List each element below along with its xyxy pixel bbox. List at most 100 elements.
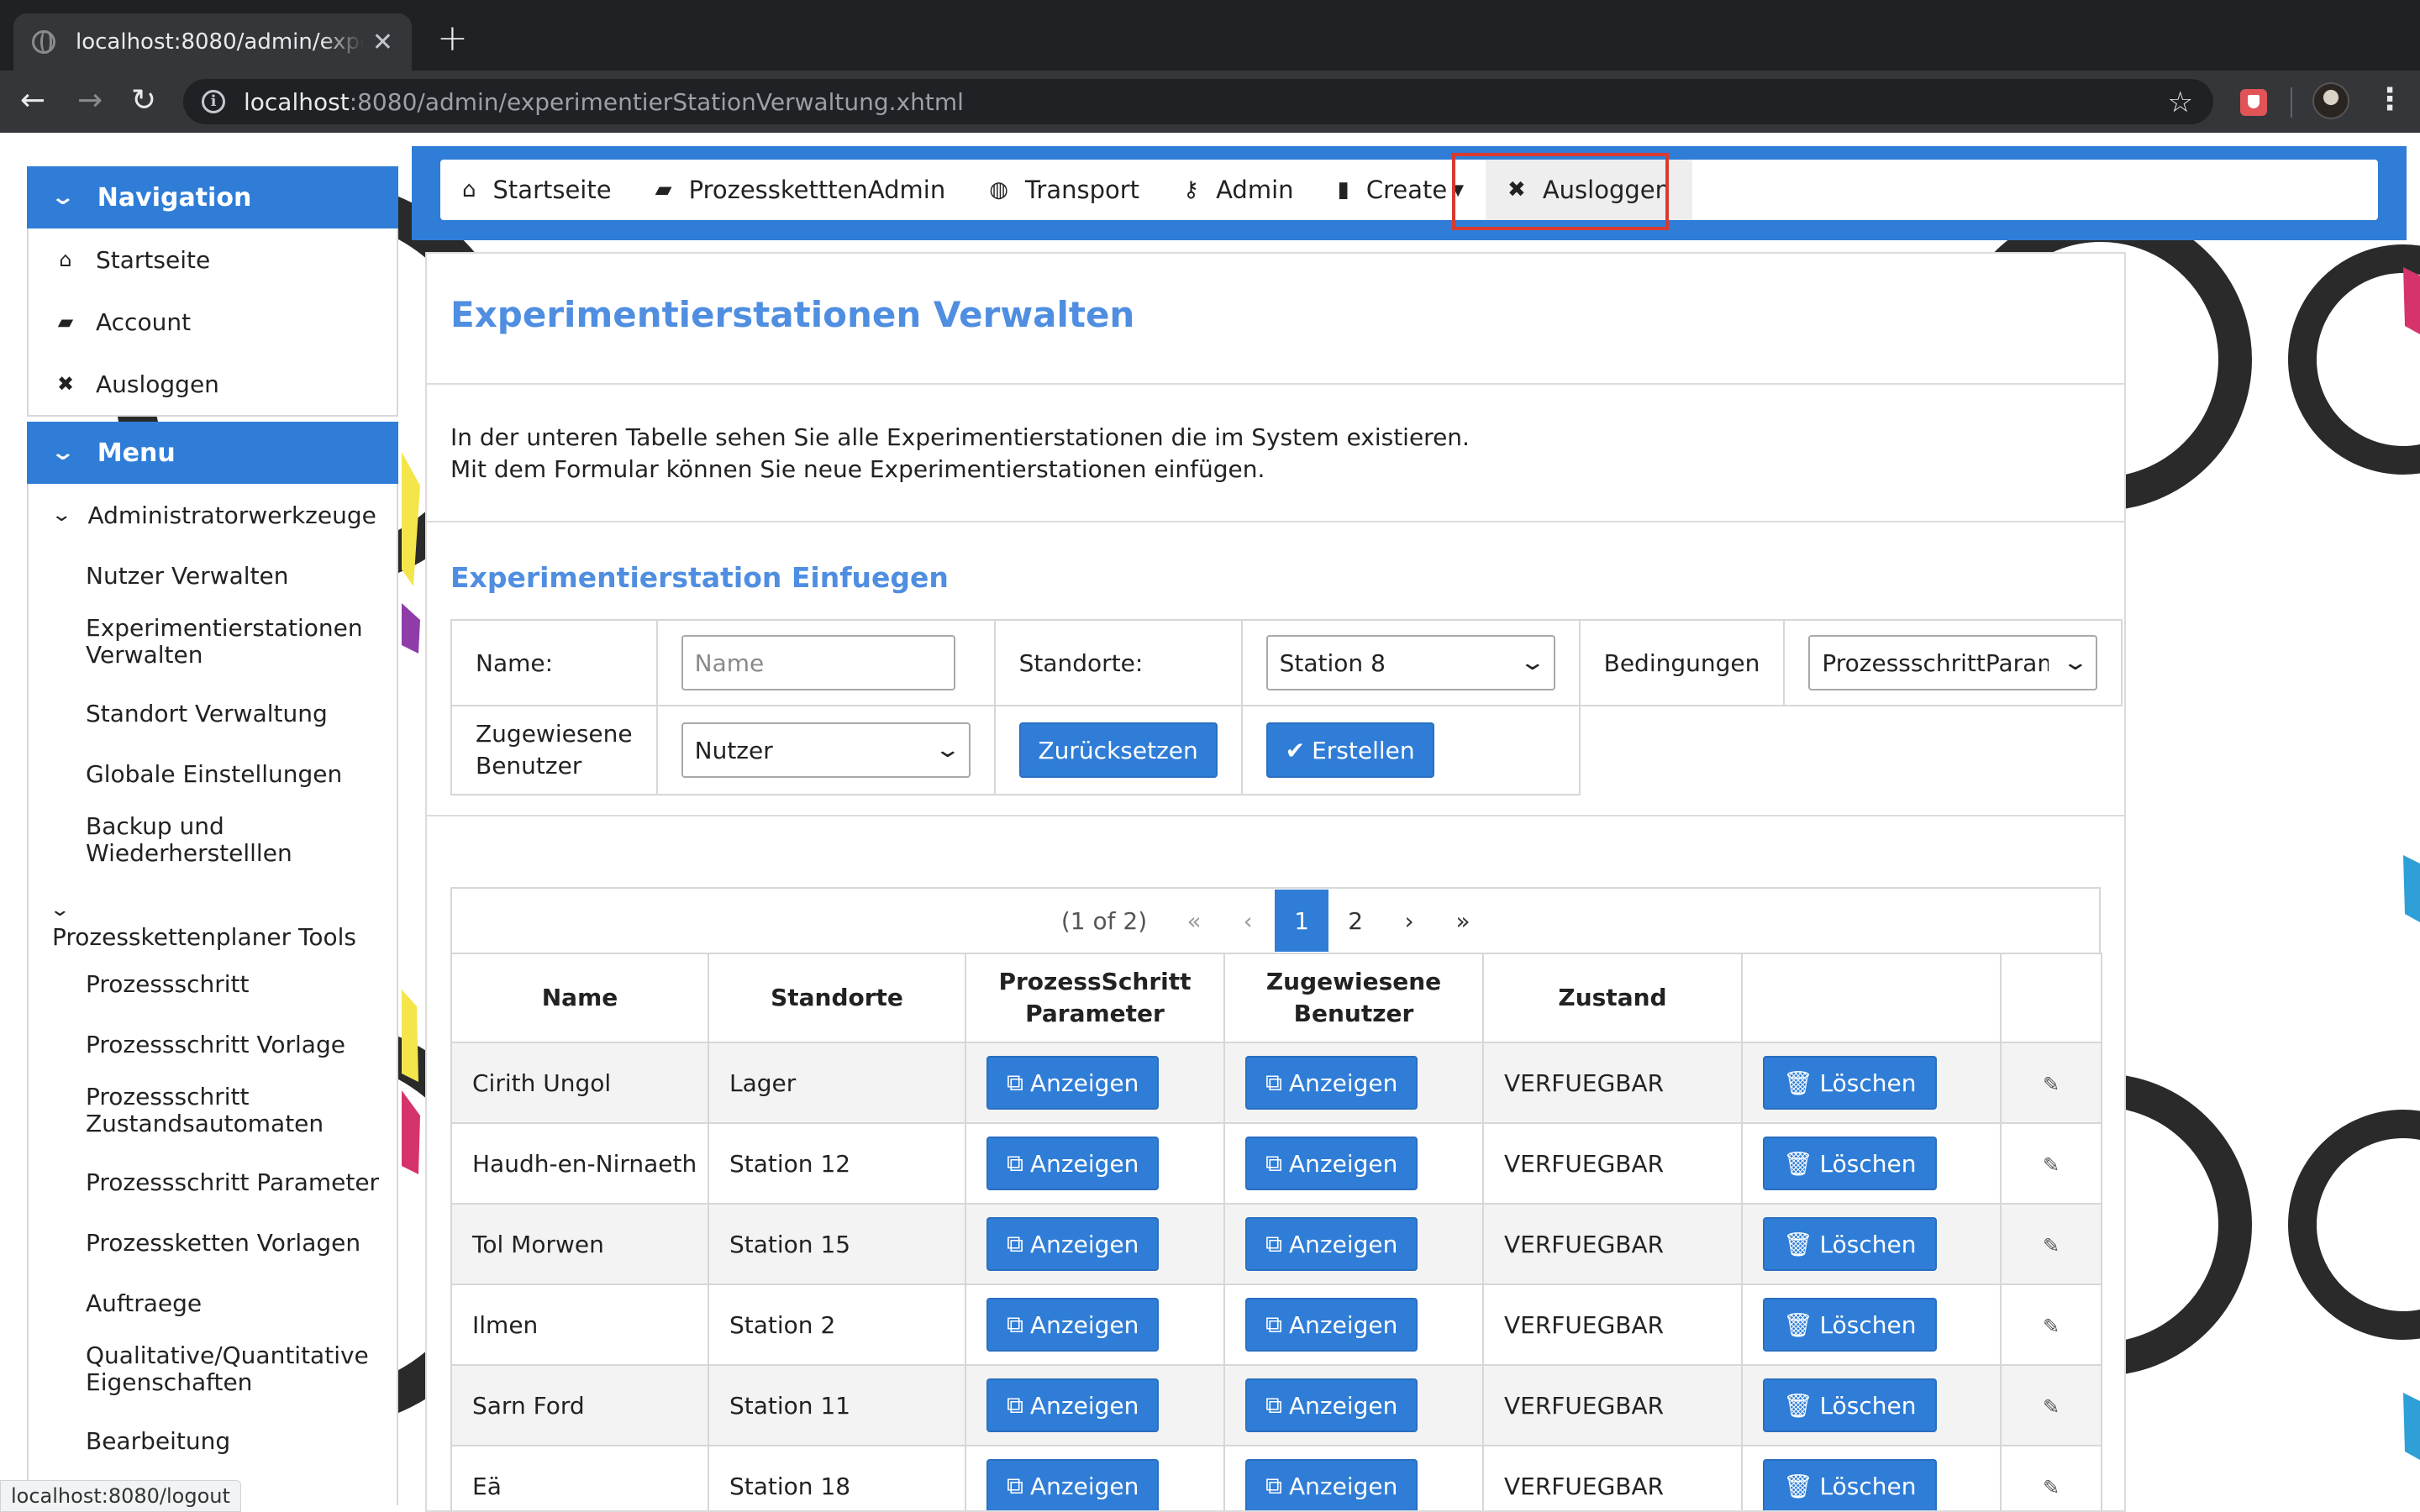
show-parameter-button[interactable]: ⧉ Anzeigen — [986, 1137, 1160, 1190]
delete-button[interactable]: 🗑 Löschen — [1763, 1056, 1937, 1110]
topnav-ausloggen[interactable]: ✖ Ausloggen — [1486, 160, 1693, 220]
show-parameter-button[interactable]: ⧉ Anzeigen — [986, 1298, 1160, 1352]
name-input[interactable]: Name — [681, 635, 955, 690]
col-header-standorte[interactable]: Standorte — [708, 953, 966, 1043]
menu-item-prozessschritt[interactable]: Prozessschritt — [29, 954, 397, 1015]
show-users-button[interactable]: ⧉ Anzeigen — [1245, 1378, 1418, 1432]
show-parameter-button[interactable]: ⧉ Anzeigen — [986, 1056, 1160, 1110]
pencil-icon[interactable]: ✎ — [2043, 1315, 2060, 1338]
page-viewport: ⌂ Startseite ▰ ProzessketttenAdmin ◍ Tra… — [0, 133, 2420, 1512]
home-icon: ⌂ — [462, 177, 476, 202]
topnav-prozessketten-admin[interactable]: ▰ ProzessketttenAdmin — [634, 160, 968, 220]
menu-item-experimentierstationen-verwalten[interactable]: Experimentierstationen Verwalten — [29, 606, 397, 684]
menu-item-backup[interactable]: Backup und Wiederherstelllen — [29, 805, 331, 882]
menu-item-prozessschritt-parameter[interactable]: Prozessschritt Parameter — [29, 1152, 397, 1213]
col-header-edit — [2000, 953, 2102, 1043]
page-2-button[interactable]: 2 — [1328, 890, 1382, 952]
show-users-button[interactable]: ⧉ Anzeigen — [1245, 1056, 1418, 1110]
info-icon[interactable]: i — [202, 90, 225, 113]
forward-icon[interactable]: → — [77, 82, 103, 119]
delete-button[interactable]: 🗑 Löschen — [1763, 1459, 1937, 1510]
profile-avatar[interactable] — [2312, 82, 2349, 119]
close-tab-icon[interactable]: ✕ — [372, 28, 393, 57]
sidebar-item-ausloggen[interactable]: ✖ Ausloggen — [29, 353, 397, 415]
menu-item-auftraege[interactable]: Auftraege — [29, 1273, 397, 1334]
menu-item-standort-verwaltung[interactable]: Standort Verwaltung — [29, 684, 397, 744]
delete-button[interactable]: 🗑 Löschen — [1763, 1378, 1937, 1432]
briefcase-icon: ▰ — [57, 310, 74, 333]
show-parameter-button[interactable]: ⧉ Anzeigen — [986, 1459, 1160, 1510]
topnav-admin[interactable]: ⚷ Admin — [1161, 160, 1315, 220]
delete-button[interactable]: 🗑 Löschen — [1763, 1137, 1937, 1190]
menu-panel-header[interactable]: ⌄ Menu — [27, 422, 398, 484]
show-parameter-button[interactable]: ⧉ Anzeigen — [986, 1378, 1160, 1432]
menu-group-administratorwerkzeuge[interactable]: ⌄ Administratorwerkzeuge — [29, 484, 397, 546]
topnav-startseite[interactable]: ⌂ Startseite — [440, 160, 634, 220]
browser-tab[interactable]: localhost:8080/admin/experimentierStatio… — [13, 13, 412, 71]
prev-page-icon[interactable]: ‹ — [1221, 890, 1275, 952]
bookmark-star-icon[interactable]: ☆ — [2168, 86, 2193, 119]
top-menubar: ⌂ Startseite ▰ ProzessketttenAdmin ◍ Tra… — [440, 160, 2378, 220]
show-users-button[interactable]: ⧉ Anzeigen — [1245, 1137, 1418, 1190]
sidebar-item-startseite[interactable]: ⌂ Startseite — [29, 228, 397, 291]
more-menu-icon[interactable]: ⋮ — [2375, 82, 2405, 117]
create-form: Name: Name Standorte: Station 8 ⌄ Beding… — [450, 619, 2123, 795]
reload-icon[interactable]: ↻ — [131, 82, 156, 119]
key-icon: ⚷ — [1183, 177, 1200, 202]
cell-zustand: VERFUEGBAR — [1482, 1203, 1743, 1285]
delete-button[interactable]: 🗑 Löschen — [1763, 1217, 1937, 1271]
cell-parameter: ⧉ Anzeigen — [965, 1042, 1225, 1124]
top-menubar-container: ⌂ Startseite ▰ ProzessketttenAdmin ◍ Tra… — [412, 146, 2407, 240]
navigation-panel-header[interactable]: ⌄ Navigation — [27, 166, 398, 228]
cell-parameter: ⧉ Anzeigen — [965, 1284, 1225, 1366]
show-parameter-button[interactable]: ⧉ Anzeigen — [986, 1217, 1160, 1271]
intro-line-2: Mit dem Formular können Sie neue Experim… — [450, 455, 1265, 483]
page-1-button[interactable]: 1 — [1275, 890, 1329, 952]
menu-item-nutzer-verwalten[interactable]: Nutzer Verwalten — [29, 546, 397, 606]
col-header-zustand[interactable]: Zustand — [1482, 953, 1743, 1043]
menu-item-globale-einstellungen[interactable]: Globale Einstellungen — [29, 744, 397, 805]
col-header-benutzer[interactable]: Zugewiesene Benutzer — [1223, 953, 1484, 1043]
menu-item-eigenschaften[interactable]: Qualitative/Quantitative Eigenschaften — [29, 1334, 397, 1411]
menu-item-prozessschritt-vorlage[interactable]: Prozessschritt Vorlage — [29, 1015, 397, 1075]
col-header-parameter[interactable]: ProzessSchritt Parameter — [965, 953, 1225, 1043]
pencil-icon[interactable]: ✎ — [2043, 1153, 2060, 1177]
pencil-icon[interactable]: ✎ — [2043, 1476, 2060, 1499]
table-row: Ilmen Station 2 ⧉ Anzeigen ⧉ Anzeigen VERFUEGB… — [450, 1284, 2102, 1366]
first-page-icon[interactable]: « — [1167, 890, 1221, 952]
chevron-down-icon: ⌄ — [2061, 650, 2089, 675]
menu-item-prozessketten-vorlagen[interactable]: Prozessketten Vorlagen — [29, 1213, 397, 1273]
create-button[interactable]: ✔ Erstellen — [1265, 722, 1434, 778]
menu-group-prozesskettenplaner[interactable]: ⌄ Prozesskettenplaner Tools — [29, 882, 397, 951]
cell-zustand: VERFUEGBAR — [1482, 1445, 1743, 1510]
new-tab-button[interactable]: + — [437, 17, 468, 60]
extension-shield-icon[interactable] — [2240, 89, 2267, 116]
delete-button[interactable]: 🗑 Löschen — [1763, 1298, 1937, 1352]
show-users-button[interactable]: ⧉ Anzeigen — [1245, 1298, 1418, 1352]
benutzer-select[interactable]: Nutzer ⌄ — [681, 722, 971, 778]
chevron-down-icon: ⌄ — [1518, 650, 1547, 675]
sidebar-item-account[interactable]: ▰ Account — [29, 291, 397, 353]
show-users-button[interactable]: ⧉ Anzeigen — [1245, 1217, 1418, 1271]
col-header-name[interactable]: Name — [450, 953, 709, 1043]
table-row: Haudh-en-Nirnaeth Station 12 ⧉ Anzeigen ⧉ Anz… — [450, 1122, 2102, 1205]
external-link-icon: ⧉ — [1007, 1310, 1023, 1338]
reset-button[interactable]: Zurücksetzen — [1018, 722, 1218, 778]
menu-item-bearbeitung[interactable]: Bearbeitung — [29, 1411, 397, 1472]
topnav-transport[interactable]: ◍ Transport — [967, 160, 1161, 220]
last-page-icon[interactable]: » — [1436, 890, 1490, 952]
topnav-create[interactable]: ▮ Create ▼ — [1316, 160, 1486, 220]
pencil-icon[interactable]: ✎ — [2043, 1073, 2060, 1096]
back-icon[interactable]: ← — [20, 82, 45, 119]
menu-item-prozessschritt-zustandsautomaten[interactable]: Prozessschritt Zustandsautomaten — [29, 1075, 324, 1152]
pencil-icon[interactable]: ✎ — [2043, 1395, 2060, 1419]
standorte-select[interactable]: Station 8 ⌄ — [1265, 635, 1555, 690]
show-users-button[interactable]: ⧉ Anzeigen — [1245, 1459, 1418, 1510]
address-bar[interactable]: i localhost:8080/admin/experimentierStat… — [183, 79, 2213, 124]
url-text: localhost:8080/admin/experimentierStatio… — [244, 87, 964, 116]
pencil-icon[interactable]: ✎ — [2043, 1234, 2060, 1257]
cell-name: Sarn Ford — [450, 1364, 709, 1446]
cell-edit: ✎ — [2000, 1445, 2102, 1510]
next-page-icon[interactable]: › — [1382, 890, 1436, 952]
bedingungen-select[interactable]: ProzessschrittParameter ⌄ — [1808, 635, 2098, 690]
